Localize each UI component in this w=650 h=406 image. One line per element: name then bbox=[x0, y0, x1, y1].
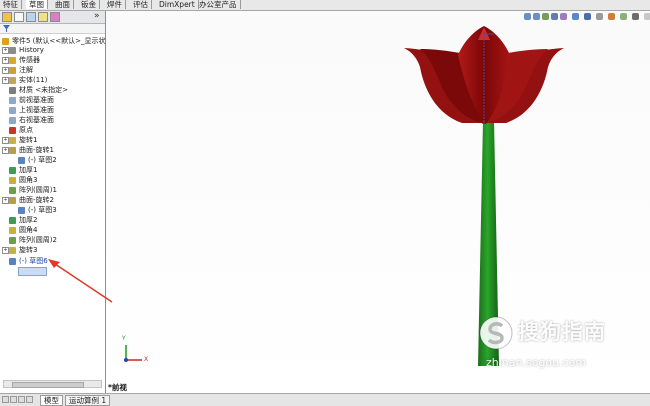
tab-sketch[interactable]: 草图 bbox=[26, 0, 48, 9]
solid-bodies-icon bbox=[9, 76, 16, 84]
dimxpert-manager-icon[interactable] bbox=[38, 12, 48, 22]
tree-item-label[interactable]: 注解 bbox=[19, 65, 33, 75]
annotation-arrow bbox=[48, 259, 113, 303]
scrollbar-thumb[interactable] bbox=[12, 382, 84, 388]
plane-icon bbox=[9, 106, 16, 114]
tab-sheet-metal[interactable]: 钣金 bbox=[78, 0, 100, 9]
watermark-url: zhinan.sogou.com bbox=[486, 356, 587, 369]
tree-expand-toggle[interactable]: + bbox=[2, 197, 9, 204]
tab-features[interactable]: 特征 bbox=[0, 0, 22, 9]
panel-collapse-icon[interactable]: » bbox=[94, 11, 100, 22]
plane-icon bbox=[9, 96, 16, 104]
tree-expand-toggle[interactable]: + bbox=[2, 247, 9, 254]
tree-item-label[interactable]: History bbox=[19, 45, 44, 55]
feature-manager-icon[interactable] bbox=[2, 12, 12, 22]
tree-item-label[interactable]: 圆角3 bbox=[19, 175, 37, 185]
display-manager-icon[interactable] bbox=[50, 12, 60, 22]
triad-y-label: Y bbox=[122, 335, 126, 342]
tree-item-label[interactable]: 原点 bbox=[19, 125, 33, 135]
tree-expand-toggle[interactable]: + bbox=[2, 137, 9, 144]
tree-expand-toggle[interactable]: + bbox=[2, 47, 9, 54]
tab-evaluate[interactable]: 评估 bbox=[130, 0, 152, 9]
tree-item-label[interactable]: 传感器 bbox=[19, 55, 40, 65]
surface-revolve-icon bbox=[9, 146, 16, 154]
tree-item-label[interactable]: 阵列(圆周)1 bbox=[19, 185, 57, 195]
surface-revolve-icon bbox=[9, 196, 16, 204]
tree-item-label[interactable]: 圆角4 bbox=[19, 225, 37, 235]
history-icon bbox=[9, 46, 16, 54]
sketch-icon bbox=[18, 156, 25, 164]
circular-pattern-icon bbox=[9, 236, 16, 244]
tree-item-label[interactable]: 旋转1 bbox=[19, 135, 37, 145]
tab-dimxpert[interactable]: DimXpert bbox=[156, 0, 199, 9]
triad-origin bbox=[124, 358, 128, 362]
filter-icon[interactable] bbox=[3, 25, 10, 32]
tree-item-label[interactable]: 加厚2 bbox=[19, 215, 37, 225]
tab-model[interactable]: 模型 bbox=[40, 395, 63, 406]
tree-expand-toggle[interactable]: + bbox=[2, 57, 9, 64]
command-manager-tabs: 特征 草图 曲面 钣金 焊件 评估 DimXpert 办公室产品 bbox=[0, 0, 650, 11]
configuration-manager-icon[interactable] bbox=[26, 12, 36, 22]
tree-item-label[interactable]: (-) 草图3 bbox=[28, 205, 57, 215]
tree-item-label[interactable]: 加厚1 bbox=[19, 165, 37, 175]
tree-item-label[interactable]: 阵列(圆周)2 bbox=[19, 235, 57, 245]
material-icon bbox=[9, 86, 16, 94]
next-tab-nav-icon[interactable] bbox=[18, 396, 25, 403]
revolve-icon bbox=[9, 246, 16, 254]
last-tab-nav-icon[interactable] bbox=[26, 396, 33, 403]
sogou-logo-icon bbox=[479, 316, 513, 350]
tree-expand-toggle[interactable]: + bbox=[2, 67, 9, 74]
fillet-icon bbox=[9, 226, 16, 234]
first-tab-nav-icon[interactable] bbox=[2, 396, 9, 403]
plane-icon bbox=[9, 116, 16, 124]
filter-row bbox=[0, 24, 105, 34]
thicken-icon bbox=[9, 166, 16, 174]
panel-icon-bar: » bbox=[0, 11, 105, 24]
sensor-icon bbox=[9, 56, 16, 64]
tab-weldments[interactable]: 焊件 bbox=[104, 0, 126, 9]
sketch-icon bbox=[18, 206, 25, 214]
watermark-text: 搜狗指南 bbox=[518, 320, 606, 344]
tree-item-label[interactable]: 实体(11) bbox=[19, 75, 47, 85]
thicken-icon bbox=[9, 216, 16, 224]
tree-item-label[interactable]: 旋转3 bbox=[19, 245, 37, 255]
annotation-icon bbox=[9, 66, 16, 74]
fillet-icon bbox=[9, 176, 16, 184]
origin-icon bbox=[9, 126, 16, 134]
tree-item-label[interactable]: 曲面-旋转1 bbox=[19, 145, 54, 155]
triad-x-label: X bbox=[144, 356, 149, 363]
revolve-icon bbox=[9, 136, 16, 144]
part-icon bbox=[2, 37, 9, 45]
tab-motion-study[interactable]: 运动算例 1 bbox=[65, 395, 111, 406]
prev-tab-nav-icon[interactable] bbox=[10, 396, 17, 403]
tree-item-label[interactable]: (-) 草图2 bbox=[28, 155, 57, 165]
horizontal-scrollbar[interactable] bbox=[3, 380, 102, 388]
graphics-viewport[interactable]: Y X 搜狗指南 zhinan.sogou.com bbox=[106, 11, 650, 393]
tree-item-label[interactable]: 材质 <未指定> bbox=[19, 85, 68, 95]
tree-item-label[interactable]: 前视基准面 bbox=[19, 95, 54, 105]
tab-surfaces[interactable]: 曲面 bbox=[52, 0, 74, 9]
circular-pattern-icon bbox=[9, 186, 16, 194]
bottom-tab-bar: 模型 运动算例 1 bbox=[0, 393, 650, 406]
view-name-label: *前视 bbox=[108, 383, 127, 392]
tree-item-label[interactable]: 上视基准面 bbox=[19, 105, 54, 115]
tree-item-label[interactable]: 右视基准面 bbox=[19, 115, 54, 125]
tree-expand-toggle[interactable]: + bbox=[2, 77, 9, 84]
tree-expand-toggle[interactable]: + bbox=[2, 147, 9, 154]
tree-item-label[interactable]: 曲面-旋转2 bbox=[19, 195, 54, 205]
feature-manager-panel: » 零件5 (默认<<默认>_显示状态 + History + 传感器 + 注解 + 实体(11… bbox=[0, 11, 113, 393]
sketch-icon bbox=[9, 257, 16, 265]
property-manager-icon[interactable] bbox=[14, 12, 24, 22]
tab-office-products[interactable]: 办公室产品 bbox=[196, 0, 241, 9]
